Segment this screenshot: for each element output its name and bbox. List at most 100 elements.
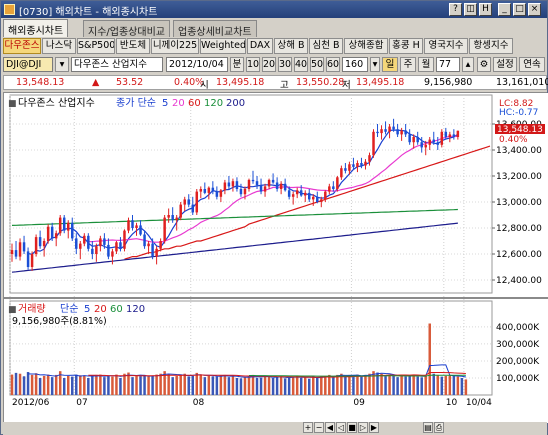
volume-bar — [26, 372, 30, 395]
low-label: 저 — [342, 80, 351, 91]
volume-bar — [412, 374, 415, 395]
volume-bar — [380, 373, 383, 395]
period-day-button[interactable]: 일 — [382, 57, 398, 72]
market-weighted-button[interactable]: Weighted — [200, 38, 246, 54]
count-input[interactable]: 160 — [342, 57, 368, 72]
tool-icon[interactable]: ⚙ — [477, 57, 491, 72]
minimize-button[interactable]: _ — [498, 3, 511, 16]
volume-bar — [175, 375, 178, 395]
volume-bar — [191, 375, 195, 395]
volume-bar — [223, 374, 227, 395]
market-shanghai-comp-button[interactable]: 상해종합 — [344, 38, 388, 54]
volume-bar — [324, 375, 327, 395]
settings-button[interactable]: 설정 — [493, 57, 517, 72]
scroll-last-icon[interactable]: ▶ — [369, 422, 379, 433]
market-hangseng-button[interactable]: 항셍지수 — [469, 38, 513, 54]
candle-body — [239, 189, 243, 195]
date-input[interactable]: 2012/10/04 — [166, 57, 228, 72]
market-semiconductor-button[interactable]: 반도체 — [116, 38, 150, 54]
ma-title: 종가 단순 — [116, 97, 156, 109]
candle-body — [175, 217, 178, 221]
tab-index-compare[interactable]: 지수/업종상대비교 — [83, 20, 170, 38]
period-20-button[interactable]: 20 — [262, 57, 276, 72]
market-nasdaq-button[interactable]: 나스닥 — [42, 38, 76, 54]
volume-bar — [388, 374, 391, 395]
help-icon[interactable]: ? — [449, 3, 462, 16]
chart-print-icon[interactable]: ⎙ — [434, 422, 444, 433]
volume-bar — [267, 375, 271, 395]
continuous-button[interactable]: 연속 — [519, 57, 545, 72]
market-shanghai-b-button[interactable]: 상해 B — [274, 38, 308, 54]
scroll-next-icon[interactable]: ▷ — [358, 422, 368, 433]
symbol-code-input[interactable]: DJI@DJI — [3, 57, 53, 72]
period-40-button[interactable]: 40 — [294, 57, 308, 72]
price-volume-chart[interactable]: 13,600.0013,400.0013,200.0013,000.0012,8… — [4, 93, 548, 423]
candle-body — [332, 186, 335, 189]
candle-body — [195, 191, 199, 213]
volume-bar — [303, 377, 307, 395]
chart-area[interactable]: 13,600.0013,400.0013,200.0013,000.0012,8… — [3, 92, 548, 423]
time-axis-label: 09 — [353, 398, 365, 408]
period-10-button[interactable]: 10 — [246, 57, 260, 72]
volume-bar — [316, 377, 319, 395]
ma20-label: 20 — [172, 98, 185, 109]
last-pct-tag: 0.40% — [499, 135, 528, 145]
candle-body — [34, 237, 38, 254]
title-bar[interactable]: [0730] 해외차트 - 해외종시차트 ? ◫ H _ □ × — [1, 1, 547, 18]
price-axis-label: 13,400.00 — [496, 146, 542, 156]
prev-volume-value: 13,161,010 — [496, 77, 548, 88]
market-uk-button[interactable]: 영국지수 — [424, 38, 468, 54]
candle-body — [336, 177, 339, 189]
period-week-button[interactable]: 주 — [400, 57, 416, 72]
zoom-out-icon[interactable]: − — [314, 422, 324, 433]
candle-body — [111, 251, 114, 257]
market-sp500-button[interactable]: S&P500 — [77, 38, 115, 54]
market-nikkei-button[interactable]: 니께이225 — [151, 38, 199, 54]
volume-bar — [332, 377, 335, 395]
link-icon[interactable]: ◫ — [464, 3, 477, 16]
market-shenzhen-b-button[interactable]: 심천 B — [309, 38, 343, 54]
volume-bar — [135, 375, 138, 395]
candle-body — [95, 246, 98, 254]
candle-body — [79, 243, 82, 249]
volume-bar — [147, 376, 150, 395]
volume-bar — [275, 377, 279, 395]
symbol-search-icon[interactable]: ▾ — [55, 57, 69, 72]
volume-bar — [364, 374, 367, 395]
candle-body — [83, 235, 86, 244]
ma5-label: 5 — [162, 98, 168, 109]
period-month-button[interactable]: 월 — [418, 57, 434, 72]
maximize-button[interactable]: □ — [513, 3, 526, 16]
candle-body — [271, 179, 275, 183]
scroll-stop-icon[interactable]: ■ — [347, 422, 357, 433]
amount-spin-icon[interactable]: ▴ — [462, 57, 474, 72]
volume-axis-label: 200,000K — [496, 357, 540, 367]
volume-bar — [159, 373, 162, 395]
scroll-bar[interactable]: + − ◀ ◁ ■ ▷ ▶ ▤ ⎙ — [3, 422, 547, 435]
period-50-button[interactable]: 50 — [310, 57, 324, 72]
market-dow-button[interactable]: 다우존스 — [3, 38, 41, 54]
tab-sector-compare[interactable]: 업종상세비교차트 — [173, 20, 257, 38]
close-button[interactable]: × — [528, 3, 541, 16]
market-dax-button[interactable]: DAX — [247, 38, 273, 54]
volume-bar — [71, 376, 74, 395]
hold-icon[interactable]: H — [479, 3, 492, 16]
candle-body — [291, 194, 295, 197]
chart-option-icon[interactable]: ▤ — [423, 422, 433, 433]
volume-bar — [348, 374, 351, 395]
volume-bar — [255, 377, 259, 395]
candle-body — [312, 196, 315, 200]
tab-overseas-chart[interactable]: 해외종시차트 — [3, 19, 69, 37]
candle-body — [352, 164, 355, 167]
period-minute-button[interactable]: 분 — [230, 57, 244, 72]
market-hongkong-h-button[interactable]: 홍콩 H — [389, 38, 423, 54]
period-60-button[interactable]: 60 — [326, 57, 340, 72]
volume-bar — [436, 374, 440, 395]
zoom-in-icon[interactable]: + — [303, 422, 313, 433]
scroll-first-icon[interactable]: ◀ — [325, 422, 335, 433]
candle-body — [71, 222, 74, 239]
period-30-button[interactable]: 30 — [278, 57, 292, 72]
amount-input[interactable]: 77 — [436, 57, 460, 72]
count-dropdown-icon[interactable]: ▾ — [370, 57, 380, 72]
scroll-prev-icon[interactable]: ◁ — [336, 422, 346, 433]
